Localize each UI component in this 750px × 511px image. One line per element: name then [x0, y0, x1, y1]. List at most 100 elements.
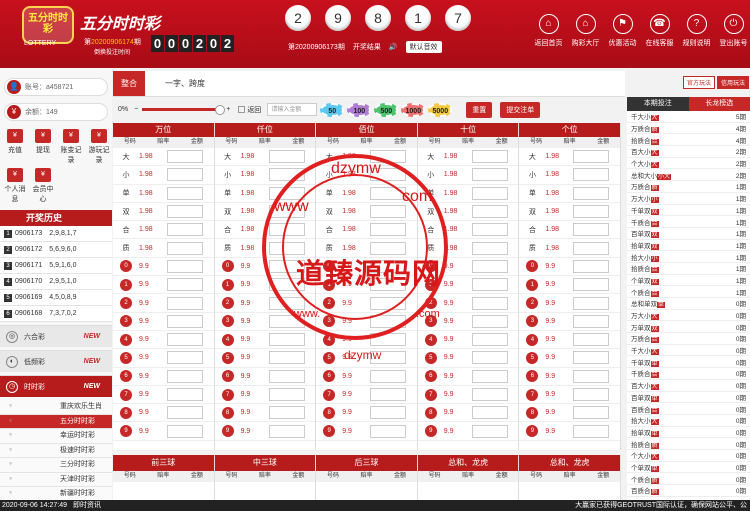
bet-amount-input[interactable] — [471, 278, 508, 292]
bet-amount-input[interactable] — [268, 241, 305, 255]
nav-button[interactable]: ⚑ 优惠活动 — [606, 14, 639, 48]
bet-amount-input[interactable] — [471, 223, 508, 237]
quick-action[interactable]: ¥ 提现 — [30, 129, 56, 165]
bet-amount-input[interactable] — [370, 205, 407, 219]
rebate-checkbox[interactable] — [238, 106, 246, 113]
chip-500[interactable]: 500 — [374, 102, 399, 117]
bet-amount-input[interactable] — [471, 150, 508, 164]
bet-amount-input[interactable] — [573, 186, 610, 200]
sub-game-item[interactable]: 天津时时彩 — [0, 472, 112, 487]
bet-amount-input[interactable] — [471, 259, 508, 273]
bet-amount-input[interactable] — [167, 259, 203, 273]
official-mode-button[interactable]: 官方玩法 — [682, 76, 715, 89]
bet-amount-input[interactable] — [573, 259, 610, 273]
nav-button[interactable]: ? 规则说明 — [680, 14, 713, 48]
rebate-slider[interactable] — [142, 105, 226, 115]
bet-amount-input[interactable] — [573, 369, 610, 383]
bet-amount-input[interactable] — [370, 388, 407, 401]
amount-input[interactable]: 请输入金额 — [267, 103, 318, 116]
bet-amount-input[interactable] — [268, 333, 305, 347]
bet-amount-input[interactable] — [370, 424, 407, 438]
bet-amount-input[interactable] — [471, 296, 508, 310]
bet-amount-input[interactable] — [167, 351, 203, 365]
bet-amount-input[interactable] — [167, 241, 203, 255]
bet-amount-input[interactable] — [370, 333, 407, 347]
nav-button[interactable]: ⏻ 登出账号 — [717, 14, 750, 48]
nav-button[interactable]: ⌂ 返回首页 — [532, 14, 565, 48]
bet-amount-input[interactable] — [573, 241, 610, 255]
chip-5000[interactable]: 5000 — [428, 102, 453, 117]
plus-icon[interactable]: + — [226, 106, 230, 113]
bet-amount-input[interactable] — [471, 168, 508, 182]
bet-amount-input[interactable] — [573, 388, 610, 401]
sub-game-item[interactable]: 三分时时彩 — [0, 458, 112, 473]
tab-single-span[interactable]: 一字、跨度 — [157, 71, 213, 96]
bet-amount-input[interactable] — [471, 406, 508, 420]
bet-amount-input[interactable] — [370, 241, 407, 255]
bet-amount-input[interactable] — [573, 333, 610, 347]
tab-long-dragon[interactable]: 长龙榜选 — [688, 97, 750, 111]
bet-amount-input[interactable] — [167, 314, 203, 328]
bet-amount-input[interactable] — [471, 314, 508, 328]
credit-mode-button[interactable]: 信用玩法 — [716, 76, 749, 89]
bet-amount-input[interactable] — [471, 424, 508, 438]
bet-amount-input[interactable] — [370, 168, 407, 182]
nav-button[interactable]: ⌂ 购彩大厅 — [569, 14, 602, 48]
sound-select[interactable]: 默认音效 — [405, 41, 442, 53]
bet-amount-input[interactable] — [573, 205, 610, 219]
bet-amount-input[interactable] — [167, 223, 203, 237]
bet-amount-input[interactable] — [268, 223, 305, 237]
bet-amount-input[interactable] — [573, 406, 610, 420]
bet-amount-input[interactable] — [370, 351, 407, 365]
bet-amount-input[interactable] — [471, 351, 508, 365]
bet-amount-input[interactable] — [370, 369, 407, 383]
bet-amount-input[interactable] — [167, 406, 203, 420]
bet-amount-input[interactable] — [573, 296, 610, 310]
bet-amount-input[interactable] — [167, 296, 203, 310]
bet-amount-input[interactable] — [268, 259, 305, 273]
tab-current-bets[interactable]: 本期投注 — [627, 97, 689, 111]
bet-amount-input[interactable] — [370, 406, 407, 420]
sub-game-item[interactable]: 幸运时时彩 — [0, 429, 112, 444]
bet-amount-input[interactable] — [370, 223, 407, 237]
tab-integrated[interactable]: 整合 — [113, 71, 145, 96]
bet-amount-input[interactable] — [370, 314, 407, 328]
sub-game-item[interactable]: 极速时时彩 — [0, 443, 112, 458]
reset-button[interactable]: 重置 — [466, 101, 493, 118]
speaker-icon[interactable]: 🔊 — [389, 43, 398, 51]
bet-amount-input[interactable] — [471, 205, 508, 219]
bet-amount-input[interactable] — [268, 186, 305, 200]
submit-button[interactable]: 提交注单 — [500, 101, 541, 118]
sub-game-item[interactable]: 五分时时彩 — [0, 414, 112, 429]
bet-amount-input[interactable] — [471, 369, 508, 383]
bet-amount-input[interactable] — [268, 369, 305, 383]
quick-action[interactable]: ¥ 会员中心 — [30, 168, 56, 204]
bet-amount-input[interactable] — [573, 351, 610, 365]
bet-amount-input[interactable] — [471, 333, 508, 347]
bet-amount-input[interactable] — [370, 186, 407, 200]
bet-amount-input[interactable] — [573, 168, 610, 182]
bet-amount-input[interactable] — [268, 314, 305, 328]
minus-icon[interactable]: − — [134, 106, 138, 113]
quick-action[interactable]: ¥ 个人消息 — [2, 168, 28, 204]
bet-amount-input[interactable] — [268, 278, 305, 292]
bet-amount-input[interactable] — [370, 150, 407, 164]
category-item[interactable]: ◎ 六合彩 NEW — [0, 325, 112, 347]
chip-1000[interactable]: 1000 — [401, 102, 426, 117]
bet-amount-input[interactable] — [268, 424, 305, 438]
bet-amount-input[interactable] — [268, 406, 305, 420]
quick-action[interactable]: ¥ 游玩记录 — [86, 129, 112, 165]
category-item[interactable]: ◐ 低频彩 NEW — [0, 350, 112, 372]
chip-50[interactable]: 50 — [320, 102, 345, 117]
bet-amount-input[interactable] — [268, 205, 305, 219]
bet-amount-input[interactable] — [167, 278, 203, 292]
bet-amount-input[interactable] — [471, 186, 508, 200]
bet-amount-input[interactable] — [167, 369, 203, 383]
bet-amount-input[interactable] — [471, 241, 508, 255]
bet-amount-input[interactable] — [573, 150, 610, 164]
bet-amount-input[interactable] — [167, 186, 203, 200]
bet-amount-input[interactable] — [268, 150, 305, 164]
bet-amount-input[interactable] — [471, 388, 508, 401]
bet-amount-input[interactable] — [167, 168, 203, 182]
bet-amount-input[interactable] — [573, 278, 610, 292]
